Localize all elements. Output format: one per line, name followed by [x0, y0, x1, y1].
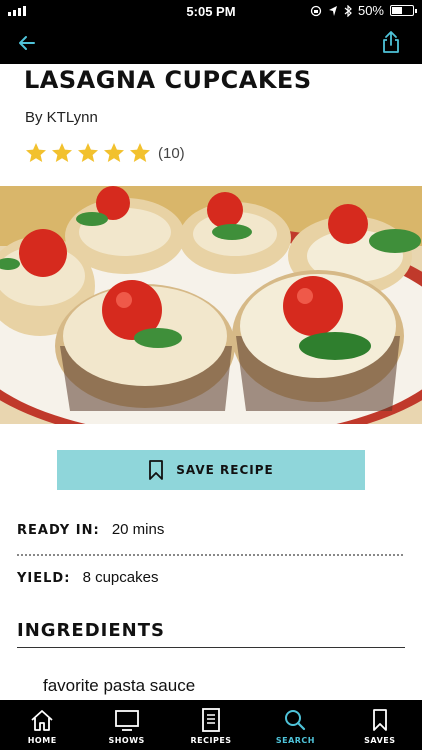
tab-search[interactable]: SEARCH [253, 700, 337, 750]
bookmark-icon [149, 460, 164, 480]
tab-saves[interactable]: SAVES [338, 700, 422, 750]
recipe-author[interactable]: By KTLynn [25, 109, 98, 126]
share-icon[interactable] [380, 30, 402, 54]
status-bar: 5:05 PM 50% [0, 0, 422, 22]
bookmark-icon [372, 709, 387, 731]
tab-shows-label: SHOWS [108, 736, 145, 745]
tab-bar: HOME SHOWS RECIPES SEARCH SAVES [0, 700, 422, 750]
star-icon [130, 143, 150, 162]
recipe-title: LASAGNA CUPCAKES [24, 66, 312, 94]
yield-value: 8 cupcakes [82, 569, 159, 586]
star-icon [26, 143, 46, 162]
tab-search-label: SEARCH [275, 736, 315, 745]
rating[interactable]: (10) [24, 141, 185, 165]
ready-in-row: READY IN: 20 mins [17, 521, 164, 538]
divider [17, 554, 403, 556]
back-arrow-icon[interactable] [16, 32, 38, 54]
ingredients-divider [17, 647, 405, 648]
save-recipe-button[interactable]: SAVE RECIPE [57, 450, 365, 490]
tab-recipes-label: RECIPES [190, 736, 232, 745]
tab-recipes[interactable]: RECIPES [169, 700, 253, 750]
search-icon [285, 710, 306, 731]
recipe-photo-illustration [0, 186, 422, 424]
ingredient-item: favorite pasta sauce [43, 676, 196, 695]
bluetooth-icon [344, 4, 352, 17]
tab-shows[interactable]: SHOWS [84, 700, 168, 750]
home-icon [31, 710, 53, 731]
yield-label: YIELD: [17, 571, 71, 586]
tab-home-label: HOME [27, 736, 57, 745]
recipe-book-icon [202, 708, 220, 732]
tab-saves-label: SAVES [364, 736, 396, 745]
ready-in-label: READY IN: [17, 523, 100, 538]
recipe-photo [0, 186, 422, 424]
rating-stars [24, 141, 152, 165]
battery-percent: 50% [357, 3, 384, 18]
tab-home[interactable]: HOME [0, 700, 84, 750]
lock-rotation-icon [310, 5, 322, 16]
save-recipe-label: SAVE RECIPE [176, 463, 274, 477]
yield-row: YIELD: 8 cupcakes [17, 569, 158, 586]
location-icon [328, 5, 337, 16]
battery-fill [392, 7, 402, 14]
ingredients-heading: INGREDIENTS [17, 620, 165, 641]
status-right: 50% [310, 3, 417, 18]
nav-bar [0, 22, 422, 64]
battery-icon [390, 5, 417, 16]
tv-icon [114, 710, 139, 731]
rating-count: (10) [158, 144, 185, 162]
ready-in-value: 20 mins [111, 521, 165, 538]
star-icon [52, 143, 72, 162]
star-icon [104, 143, 124, 162]
star-icon [78, 143, 98, 162]
